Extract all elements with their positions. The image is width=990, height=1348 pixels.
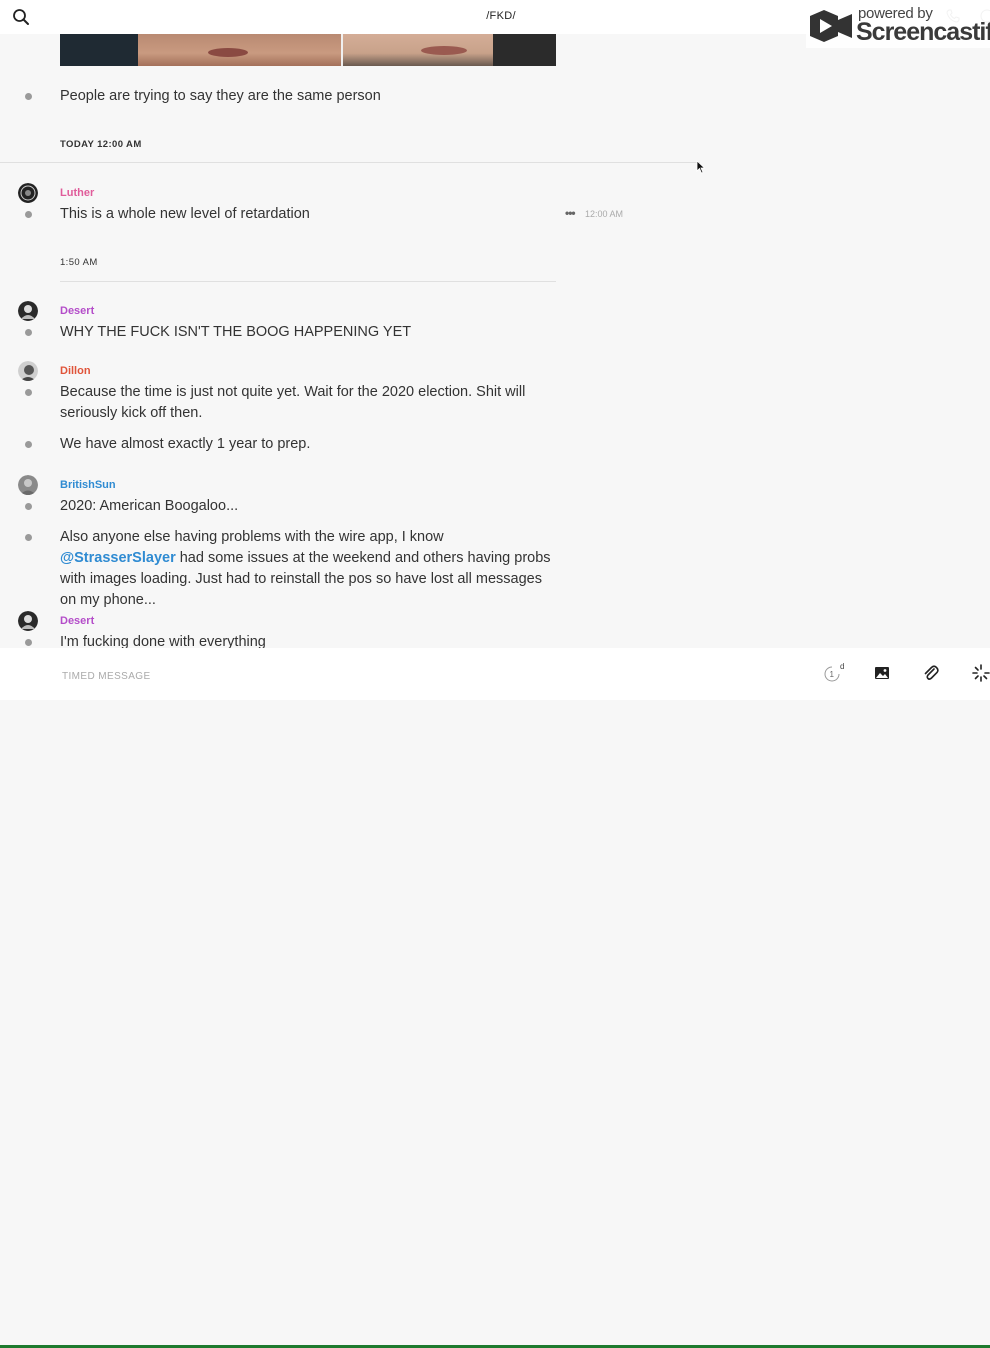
message-options-button[interactable]: ••• — [565, 206, 576, 220]
message-composer: 1 d — [0, 648, 990, 1348]
message-status-dot — [25, 534, 32, 541]
day-separator: TODAY 12:00 AM — [60, 139, 142, 150]
message-text-part: Also anyone else having problems with th… — [60, 529, 444, 545]
time-separator: 1:50 AM — [60, 257, 98, 268]
avatar-desert[interactable] — [18, 611, 38, 631]
user-mention-link[interactable]: @StrasserSlayer — [60, 550, 176, 566]
avatar-luther[interactable] — [18, 183, 38, 203]
separator-line — [0, 162, 700, 163]
message-status-dot — [25, 503, 32, 510]
image-icon[interactable] — [874, 665, 890, 681]
message-status-dot — [25, 329, 32, 336]
message-status-dot — [25, 441, 32, 448]
message-text-with-mention: Also anyone else having problems with th… — [60, 527, 560, 611]
sender-name-luther[interactable]: Luther — [60, 187, 94, 199]
sender-name-britishsun[interactable]: BritishSun — [60, 479, 116, 491]
timer-value: 1 — [830, 670, 835, 679]
photo-left — [138, 34, 342, 66]
photo-right — [343, 34, 556, 66]
mouse-cursor-icon — [696, 160, 706, 174]
paperclip-icon[interactable] — [923, 664, 939, 682]
timer-unit: d — [840, 662, 844, 671]
message-text: 2020: American Boogaloo... — [60, 498, 239, 514]
timed-message-button[interactable]: 1 d — [822, 662, 848, 684]
message-text: This is a whole new level of retardation — [60, 206, 310, 222]
message-status-dot — [25, 93, 32, 100]
message-text: WHY THE FUCK ISN'T THE BOOG HAPPENING YE… — [60, 324, 412, 340]
message-input[interactable] — [60, 666, 664, 686]
sender-name-dillon[interactable]: Dillon — [60, 365, 91, 377]
message-text: We have almost exactly 1 year to prep. — [60, 436, 311, 452]
sender-name-desert[interactable]: Desert — [60, 615, 94, 627]
message-status-dot — [25, 389, 32, 396]
separator-line — [60, 281, 556, 282]
message-status-dot — [25, 211, 32, 218]
shared-image-preview[interactable] — [60, 34, 556, 66]
message-timestamp: 12:00 AM — [585, 209, 624, 219]
message-text: Because the time is just not quite yet. … — [60, 384, 526, 421]
avatar-dillon[interactable] — [18, 361, 38, 381]
avatar-britishsun[interactable] — [18, 475, 38, 495]
screencastify-watermark: powered by Screencastify — [806, 4, 990, 48]
watermark-brand: Screencastify — [856, 18, 990, 46]
avatar-desert[interactable] — [18, 301, 38, 321]
gif-icon[interactable] — [972, 664, 990, 682]
sender-name-desert[interactable]: Desert — [60, 305, 94, 317]
message-status-dot — [25, 639, 32, 646]
message-text: People are trying to say they are the sa… — [60, 88, 381, 104]
screencastify-logo-icon — [810, 10, 852, 42]
